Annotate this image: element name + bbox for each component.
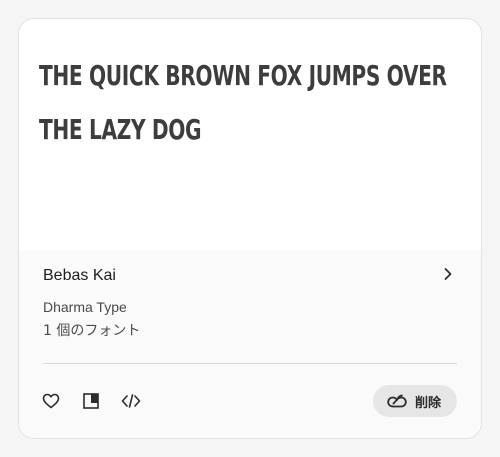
font-family-name[interactable]: Bebas Kai [43, 267, 116, 285]
divider [43, 363, 457, 364]
heart-icon[interactable] [41, 391, 61, 411]
remove-button[interactable]: 削除 [372, 385, 457, 417]
font-count: 1 個のフォント [43, 323, 141, 339]
remove-label: 削除 [414, 395, 441, 411]
code-icon[interactable] [121, 391, 141, 411]
font-card: THE QUICK BROWN FOX JUMPS OVER THE LAZY … [18, 18, 482, 439]
creative-cloud-icon [387, 394, 407, 408]
foundry-name[interactable]: Dharma Type [43, 299, 127, 315]
chevron-right-icon[interactable] [441, 265, 455, 283]
font-preview[interactable]: THE QUICK BROWN FOX JUMPS OVER THE LAZY … [19, 19, 481, 251]
compare-icon[interactable] [81, 391, 101, 411]
font-info: Bebas Kai Dharma Type 1 個のフォント 削除 [19, 251, 481, 438]
preview-text: THE QUICK BROWN FOX JUMPS OVER THE LAZY … [39, 59, 447, 146]
action-bar [41, 391, 141, 411]
